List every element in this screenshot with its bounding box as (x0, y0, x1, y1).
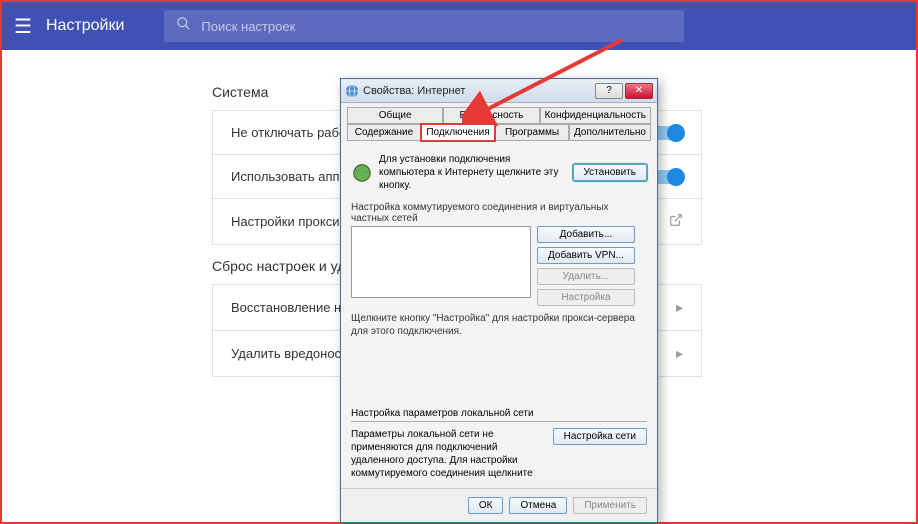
tab-container: Общие Безопасность Конфиденциальность Со… (341, 103, 657, 141)
settings-button: Настройка (537, 289, 635, 306)
setting-label: Использовать аппа (231, 169, 347, 184)
tab-security[interactable]: Безопасность (443, 107, 539, 124)
internet-icon (345, 84, 359, 98)
dialog-footer: ОК Отмена Применить (341, 488, 657, 522)
settings-header: ☰ Настройки (2, 2, 916, 50)
external-link-icon (669, 213, 683, 230)
dialog-title: Свойства: Интернет (363, 85, 595, 97)
setting-label: Восстановление на (231, 300, 348, 315)
page-title: Настройки (46, 17, 124, 35)
lan-settings-label: Настройка параметров локальной сети (351, 408, 647, 422)
proxy-hint: Щелкните кнопку "Настройка" для настройк… (351, 312, 647, 338)
connections-listbox[interactable] (351, 226, 531, 298)
globe-wizard-icon (351, 162, 373, 184)
titlebar-buttons: ? ✕ (595, 83, 653, 99)
tab-privacy[interactable]: Конфиденциальность (540, 107, 651, 124)
search-input[interactable] (201, 19, 672, 34)
internet-properties-dialog: Свойства: Интернет ? ✕ Общие Безопасност… (340, 78, 658, 523)
lan-settings-button[interactable]: Настройка сети (553, 428, 647, 445)
setting-label: Удалить вредоносн (231, 346, 348, 361)
add-button[interactable]: Добавить... (537, 226, 635, 243)
install-description: Для установки подключения компьютера к И… (379, 153, 567, 192)
tab-advanced[interactable]: Дополнительно (569, 124, 651, 141)
tab-general[interactable]: Общие (347, 107, 443, 124)
lan-description: Параметры локальной сети не применяются … (351, 428, 545, 480)
ok-button[interactable]: ОК (468, 497, 504, 514)
apply-button: Применить (573, 497, 647, 514)
search-icon (176, 16, 191, 36)
tab-content[interactable]: Содержание (347, 124, 421, 141)
remove-button: Удалить... (537, 268, 635, 285)
dialog-titlebar[interactable]: Свойства: Интернет ? ✕ (341, 79, 657, 103)
dialog-body: Для установки подключения компьютера к И… (341, 141, 657, 480)
menu-icon[interactable]: ☰ (14, 14, 32, 39)
add-vpn-button[interactable]: Добавить VPN... (537, 247, 635, 264)
tab-connections[interactable]: Подключения (421, 124, 495, 141)
help-button[interactable]: ? (595, 83, 623, 99)
install-button[interactable]: Установить (573, 164, 648, 181)
search-box[interactable] (164, 10, 684, 42)
chevron-right-icon: ▸ (676, 345, 683, 362)
close-button[interactable]: ✕ (625, 83, 653, 99)
cancel-button[interactable]: Отмена (509, 497, 567, 514)
dialup-vpn-label: Настройка коммутируемого соединения и ви… (351, 202, 647, 224)
tab-programs[interactable]: Программы (495, 124, 569, 141)
setting-label: Не отключать рабо (231, 125, 346, 140)
chevron-right-icon: ▸ (676, 299, 683, 316)
setting-label: Настройки прокси- (231, 214, 344, 229)
